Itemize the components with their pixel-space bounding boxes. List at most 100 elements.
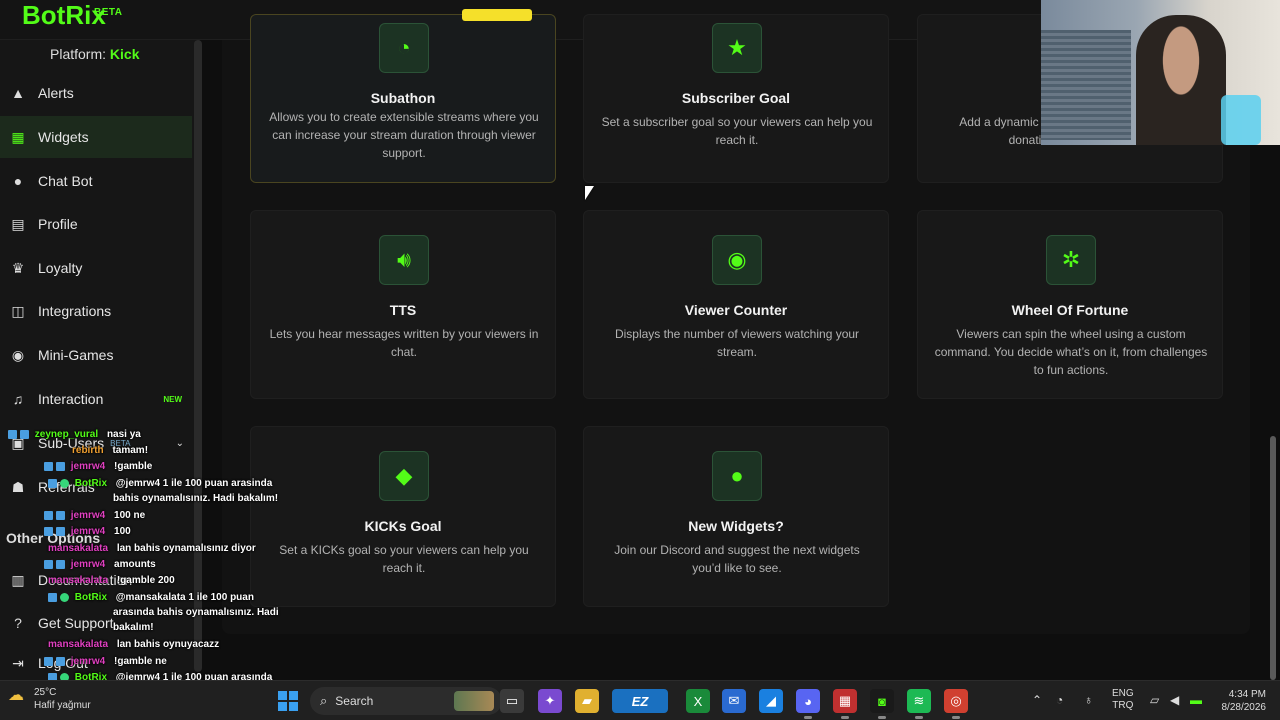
verified-icon xyxy=(60,478,69,488)
search-label: Search xyxy=(335,694,374,708)
microphone-icon[interactable]: ♁ xyxy=(1084,693,1093,707)
clock[interactable]: 4:34 PM 8/28/2026 xyxy=(1214,688,1267,714)
id-card-icon: ▤ xyxy=(11,215,25,232)
game-app-icon[interactable]: EZ xyxy=(612,689,668,713)
widget-title: Wheel Of Fortune xyxy=(1011,302,1129,318)
widget-card-new-widgets[interactable]: ● New Widgets? Join our Discord and sugg… xyxy=(583,426,889,607)
widget-title: New Widgets? xyxy=(688,518,784,534)
widget-card-tts[interactable]: 🔊︎ TTS Lets you hear messages written by… xyxy=(250,210,556,399)
platform-value: Kick xyxy=(109,46,140,62)
chat-username: BotRix xyxy=(74,478,108,489)
badge-icon xyxy=(48,592,57,602)
widget-description-line: donatio xyxy=(1008,133,1048,147)
widget-description: Allows you to create extensible streams … xyxy=(269,110,539,160)
music-icon: ♫ xyxy=(12,391,24,407)
task-view-icon[interactable]: ▭ xyxy=(500,689,524,713)
sidebar-item-chat-bot[interactable]: ● Chat Bot xyxy=(0,160,192,202)
battery-icon[interactable]: ▬ xyxy=(1190,693,1202,707)
chat-username: zeynep_vural xyxy=(34,429,99,440)
content-scrollbar[interactable] xyxy=(1270,436,1276,680)
sidebar-item-loyalty[interactable]: ♛ Loyalty xyxy=(0,247,192,289)
star-icon: ★ xyxy=(712,23,762,73)
search-highlight-image xyxy=(454,691,494,711)
badge-icon xyxy=(56,510,65,520)
widget-card-viewer-counter[interactable]: ◉ Viewer Counter Displays the number of … xyxy=(583,210,889,399)
chat-text: tamam! xyxy=(112,445,149,456)
file-explorer-icon[interactable]: ▰ xyxy=(575,689,599,713)
weather-icon: ☁ xyxy=(8,687,24,704)
chat-username: jemrw4 xyxy=(70,559,106,570)
badge-icon xyxy=(8,429,17,439)
chat-username: mansakalata xyxy=(48,543,109,554)
sidebar-item-label: Loyalty xyxy=(38,260,83,276)
copilot-icon[interactable]: ✦ xyxy=(538,689,562,713)
badge-icon xyxy=(56,559,65,569)
sidebar-item-alerts[interactable]: ▲ Alerts xyxy=(0,72,192,114)
chat-text: bahis oynamalısınız. Hadi bakalım! xyxy=(113,493,279,504)
sidebar-item-widgets[interactable]: ▦ Widgets xyxy=(0,116,192,158)
badge-icon xyxy=(48,478,57,488)
windows-start-icon[interactable] xyxy=(278,691,298,711)
badge-icon xyxy=(44,461,53,471)
warning-icon: ▲ xyxy=(11,85,25,101)
chat-message: jemrw4 !gamble xyxy=(44,461,152,475)
windows-taskbar: ☁ 25°C Hafif yağmur ⌕ Search ▭ ✦ ▰ EZ X … xyxy=(0,680,1280,720)
network-icon[interactable]: ◔ xyxy=(1056,693,1063,707)
editor-icon[interactable]: ◢ xyxy=(759,689,783,713)
badge-icon xyxy=(56,656,65,666)
xbox-icon[interactable]: X xyxy=(686,689,710,713)
sidebar-item-interaction[interactable]: ♫ Interaction NEW xyxy=(0,378,192,420)
chevron-up-icon[interactable]: ⌃ xyxy=(1032,693,1042,707)
widget-card-wheel-of-fortune[interactable]: ✲ Wheel Of Fortune Viewers can spin the … xyxy=(917,210,1223,399)
clock-icon: ◔ xyxy=(379,23,429,73)
wheel-icon: ✲ xyxy=(1046,235,1096,285)
badge-icon xyxy=(44,559,53,569)
app-icon[interactable]: ▦ xyxy=(833,689,857,719)
lightbulb-icon: ● xyxy=(712,451,762,501)
chat-message: jemrw4 !gamble ne xyxy=(44,656,167,670)
gem-icon: ◆ xyxy=(379,451,429,501)
widget-title: Subathon xyxy=(370,90,436,106)
outlook-icon[interactable]: ✉ xyxy=(722,689,746,713)
new-badge: NEW xyxy=(163,394,182,404)
sidebar-item-integrations[interactable]: ◫ Integrations xyxy=(0,290,192,332)
widget-title: TTS xyxy=(389,302,417,318)
language-secondary: TRQ xyxy=(1112,700,1134,711)
chat-text: 100 ne xyxy=(114,510,146,521)
widget-title: Subscriber Goal xyxy=(681,90,791,106)
widget-card-subscriber-goal[interactable]: ★ Subscriber Goal Set a subscriber goal … xyxy=(583,14,889,183)
weather-desc: Hafif yağmur xyxy=(34,700,91,711)
chat-text: lan bahis oynamalısınız diyor xyxy=(116,543,256,554)
chat-message: mansakalata !gamble 200 xyxy=(48,575,175,589)
window-blinds xyxy=(1041,30,1131,140)
input-language[interactable]: ENG TRQ xyxy=(1112,688,1134,712)
platform-label: Platform: xyxy=(50,46,107,62)
grid-icon: ▦ xyxy=(11,128,25,145)
discord-icon[interactable]: ◕ xyxy=(796,689,820,719)
spotify-icon[interactable]: ≋ xyxy=(907,689,931,719)
chat-message: zeynep_vural nasi ya xyxy=(8,429,141,443)
sidebar-item-mini-games[interactable]: ◉ Mini-Games xyxy=(0,334,192,376)
kick-app-icon[interactable]: ◙ xyxy=(870,689,894,719)
chat-username: jemrw4 xyxy=(70,656,106,667)
sidebar-item-profile[interactable]: ▤ Profile xyxy=(0,203,192,245)
widget-card-subathon[interactable]: ◔ Subathon Allows you to create extensib… xyxy=(250,9,556,183)
botrix-logo[interactable]: BotRix BETA xyxy=(22,0,122,30)
badge-icon xyxy=(56,461,65,471)
sidebar-item-label: Interaction xyxy=(38,391,104,407)
chat-text: !gamble ne xyxy=(114,656,167,667)
badge-icon xyxy=(44,526,53,536)
volume-icon[interactable]: ◀ xyxy=(1170,693,1179,707)
sidebar-item-label: Integrations xyxy=(38,303,112,319)
chat-message: jemrw4 amounts xyxy=(44,559,156,573)
chat-text: arasında bahis oynamalısınız. Hadi xyxy=(113,607,279,618)
language-primary: ENG xyxy=(1112,688,1134,699)
chat-text: nasi ya xyxy=(106,429,141,440)
taskbar-search[interactable]: ⌕ Search xyxy=(310,687,502,715)
sidebar-item-label: Mini-Games xyxy=(38,347,114,363)
plug-icon: ◫ xyxy=(11,302,25,319)
wifi-icon[interactable]: ▱ xyxy=(1150,693,1159,707)
webcam-overlay xyxy=(1041,0,1280,145)
chat-text: !gamble 200 xyxy=(116,575,175,586)
chrome-icon[interactable]: ◎ xyxy=(944,689,968,719)
